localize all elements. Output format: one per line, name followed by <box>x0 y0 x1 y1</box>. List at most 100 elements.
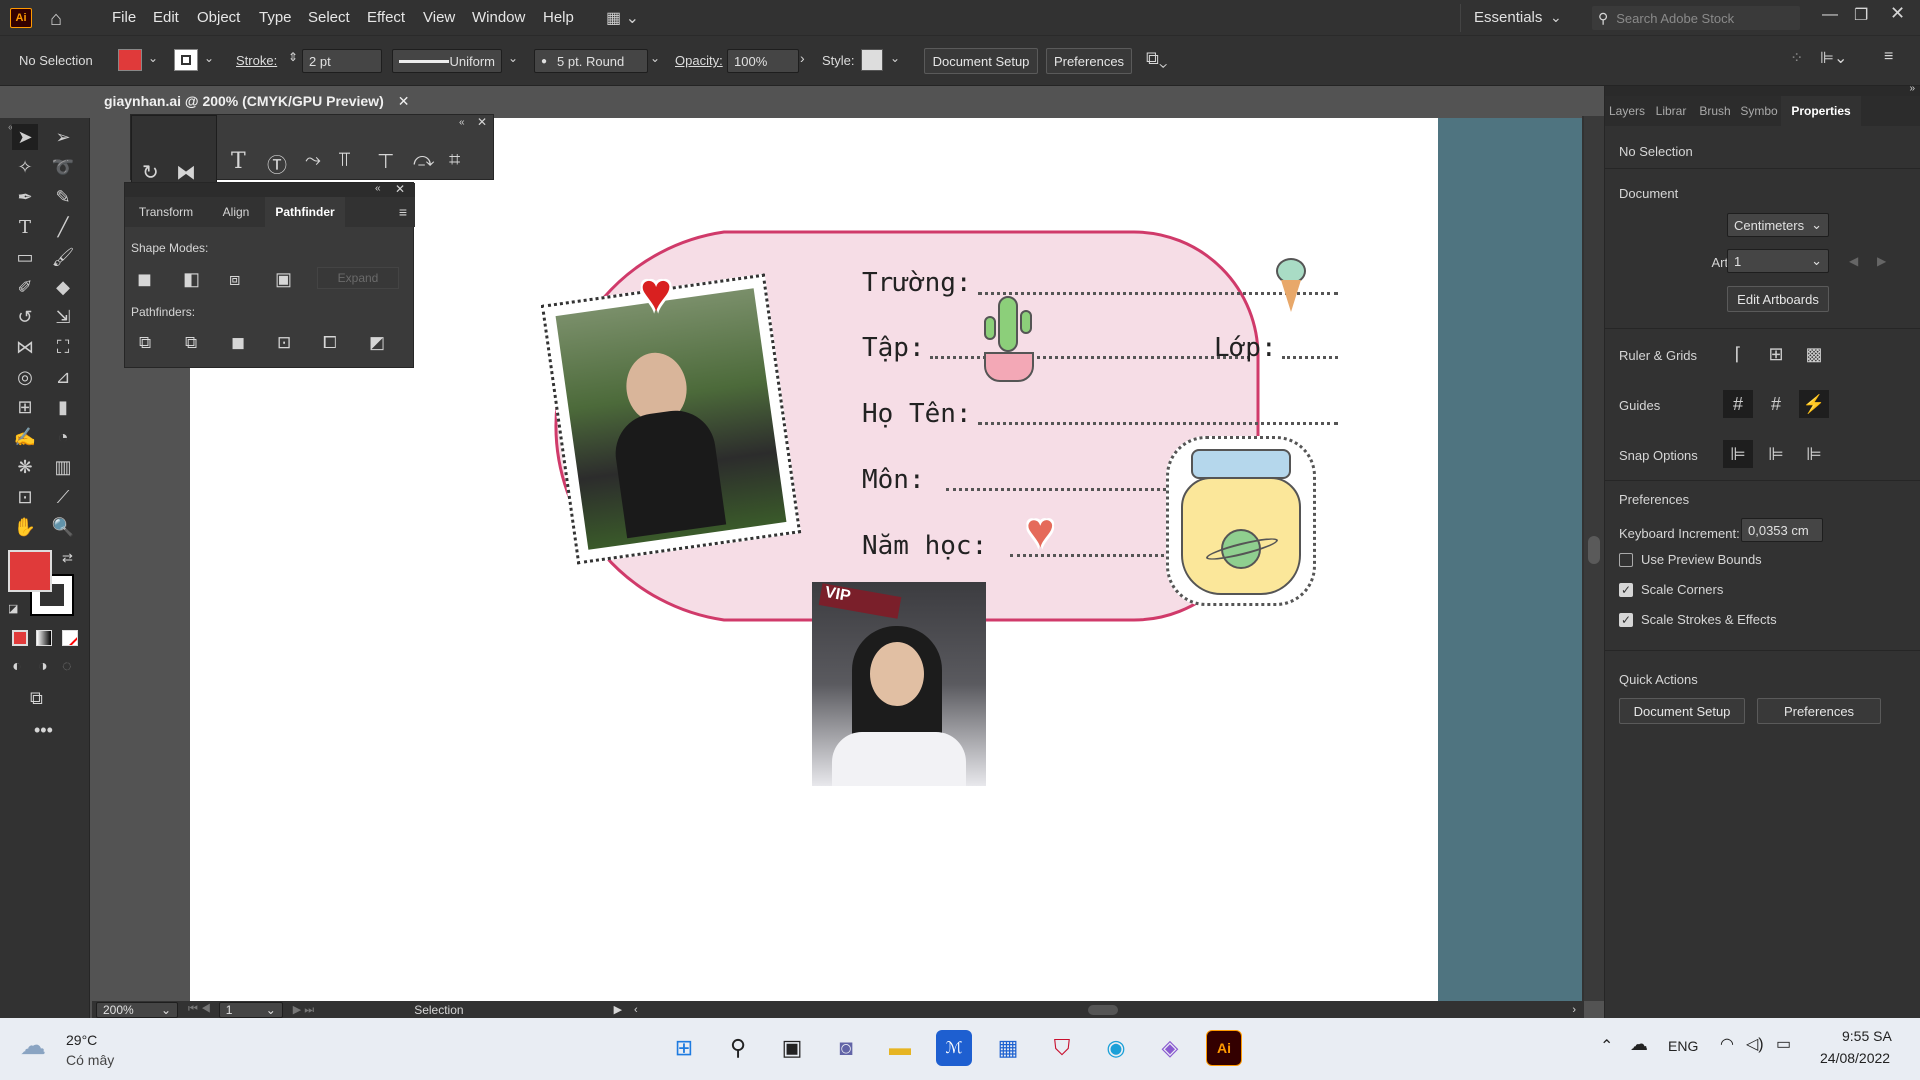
task-view-icon[interactable]: ▣ <box>774 1030 810 1066</box>
fill-swatch[interactable] <box>118 49 142 71</box>
eraser-tool-icon[interactable]: ◆ <box>50 274 76 300</box>
stepper-icon[interactable]: ⇕ <box>288 50 298 64</box>
align-icon[interactable]: ⊫⌄ <box>1820 48 1847 68</box>
close-tab-icon[interactable]: ✕ <box>398 93 410 110</box>
file-explorer-icon[interactable]: ▬ <box>882 1030 918 1066</box>
weather-cloud-icon[interactable]: ☁ <box>20 1030 46 1061</box>
tab-libraries[interactable]: Librar <box>1649 96 1693 126</box>
prev-artboard-icon[interactable]: ◀ <box>1849 254 1858 268</box>
wifi-icon[interactable]: ◠ <box>1720 1034 1734 1054</box>
intersect-icon[interactable]: ⧈ <box>229 269 240 290</box>
artboard-tool-icon[interactable]: ⊡ <box>12 484 38 510</box>
close-icon[interactable]: ✕ <box>477 115 487 129</box>
eyedropper-tool-icon[interactable]: ✍ <box>12 424 38 450</box>
gradient-tool-icon[interactable]: ▮ <box>50 394 76 420</box>
portrait-photo[interactable]: VIP <box>812 582 986 786</box>
mesh-tool-icon[interactable]: ⊞ <box>12 394 38 420</box>
snap-to-point-icon[interactable]: ⊫ <box>1723 440 1753 468</box>
curvature-tool-icon[interactable]: ✎ <box>50 184 76 210</box>
vertical-area-type-icon[interactable]: ⊤ <box>377 149 394 174</box>
stroke-label[interactable]: Stroke: <box>236 53 277 68</box>
collapse-icon[interactable]: « <box>375 183 381 194</box>
chevron-down-icon[interactable]: ⌄ <box>650 51 660 65</box>
close-icon[interactable]: ✕ <box>395 182 405 196</box>
smart-guides-icon[interactable]: ⚡ <box>1799 390 1829 418</box>
units-select[interactable]: Centimeters ⌄ <box>1727 213 1829 237</box>
pen-tool-icon[interactable]: ✒ <box>12 184 38 210</box>
touch-type-icon[interactable]: ⌗ <box>449 149 460 172</box>
more-tools-icon[interactable]: ••• <box>34 720 53 741</box>
blend-tool-icon[interactable]: ◔ <box>50 424 76 450</box>
start-icon[interactable]: ⊞ <box>666 1030 702 1066</box>
unite-icon[interactable]: ◼ <box>137 269 152 290</box>
column-graph-tool-icon[interactable]: ▥ <box>50 454 76 480</box>
free-transform-tool-icon[interactable]: ⛶ <box>50 334 76 360</box>
variable-width-profile[interactable]: Uniform <box>392 49 502 73</box>
mcafee-icon[interactable]: ⛉ <box>1044 1030 1080 1066</box>
scroll-thumb[interactable] <box>1588 536 1600 564</box>
swap-colors-icon[interactable]: ⇄ <box>62 550 73 566</box>
language-indicator[interactable]: ENG <box>1668 1038 1698 1054</box>
tab-properties[interactable]: Properties <box>1781 96 1861 126</box>
outline-icon[interactable]: ⧠ <box>323 333 337 353</box>
home-icon[interactable]: ⌂ <box>50 8 62 31</box>
edit-artboards-button[interactable]: Edit Artboards <box>1727 286 1829 312</box>
restore-icon[interactable]: ❐ <box>1854 5 1868 25</box>
draw-normal-icon[interactable]: ◐ <box>12 658 22 676</box>
visual-studio-icon[interactable]: ◈ <box>1152 1030 1188 1066</box>
color-mode-icon[interactable] <box>12 630 28 646</box>
tab-symbols[interactable]: Symbo <box>1737 96 1781 126</box>
paintbrush-tool-icon[interactable]: 🖌 <box>50 244 76 270</box>
width-tool-icon[interactable]: ⋈ <box>12 334 38 360</box>
shape-builder-tool-icon[interactable]: ◎ <box>12 364 38 390</box>
last-artboard-icon[interactable]: ▶ ⏭ <box>293 1003 314 1017</box>
opacity-field[interactable]: 100% <box>727 49 799 73</box>
perspective-grid-tool-icon[interactable]: ⊿ <box>50 364 76 390</box>
area-type-icon[interactable]: Ⓣ <box>267 149 287 178</box>
workspace-switcher[interactable]: Essentials <box>1474 9 1542 26</box>
menu-effect[interactable]: Effect <box>367 9 405 26</box>
tab-pathfinder[interactable]: Pathfinder <box>265 197 345 227</box>
minus-front-icon[interactable]: ◧ <box>183 269 200 290</box>
preferences-button[interactable]: Preferences <box>1046 48 1132 74</box>
transparency-grid-icon[interactable]: ▩ <box>1799 340 1829 368</box>
next-artboard-icon[interactable]: ▶ <box>1877 254 1886 268</box>
brush-definition[interactable]: ● 5 pt. Round <box>534 49 648 73</box>
rectangle-tool-icon[interactable]: ▭ <box>12 244 38 270</box>
horizontal-scroll-thumb[interactable] <box>1087 1004 1118 1015</box>
chevron-down-icon[interactable]: ⌄ <box>890 51 900 65</box>
minus-back-icon[interactable]: ◩ <box>369 333 385 353</box>
hand-tool-icon[interactable]: ✋ <box>12 514 38 540</box>
menu-file[interactable]: File <box>112 9 136 26</box>
store-icon[interactable]: ▦ <box>990 1030 1026 1066</box>
draw-inside-icon[interactable]: ◌ <box>62 658 72 676</box>
menu-type[interactable]: Type <box>259 9 292 26</box>
edge-icon[interactable]: ◉ <box>1098 1030 1134 1066</box>
stock-search-input[interactable]: ⚲ Search Adobe Stock <box>1592 6 1800 30</box>
menu-window[interactable]: Window <box>472 9 525 26</box>
tab-layers[interactable]: Layers <box>1605 96 1649 126</box>
opacity-label[interactable]: Opacity: <box>675 53 723 68</box>
menu-help[interactable]: Help <box>543 9 574 26</box>
show-guides-icon[interactable]: # <box>1723 390 1753 418</box>
battery-icon[interactable]: ▭ <box>1776 1034 1791 1054</box>
zoom-select[interactable]: 200% ⌄ <box>96 1001 178 1018</box>
quick-document-setup-button[interactable]: Document Setup <box>1619 698 1745 724</box>
menu-edit[interactable]: Edit <box>153 9 179 26</box>
draw-behind-icon[interactable]: ◑ <box>38 658 48 676</box>
arrange-documents-icon[interactable]: ▦ ⌄ <box>606 8 639 28</box>
minimize-icon[interactable]: — <box>1822 6 1838 24</box>
first-artboard-icon[interactable]: ⏮ ◀ <box>188 1003 211 1016</box>
artboard-select[interactable]: 1 ⌄ <box>1727 249 1829 273</box>
gradient-mode-icon[interactable] <box>36 630 52 646</box>
scroll-left-icon[interactable]: ‹ <box>634 1004 638 1016</box>
use-preview-bounds-checkbox[interactable]: Use Preview Bounds <box>1619 552 1762 567</box>
fill-color-swatch-front[interactable] <box>8 550 52 592</box>
shaper-tool-icon[interactable]: ✐ <box>12 274 38 300</box>
zoom-tool-icon[interactable]: 🔍 <box>50 514 76 540</box>
line-tool-icon[interactable]: ╱ <box>50 214 76 240</box>
artboard-navigator[interactable]: 1 ⌄ <box>218 1001 283 1018</box>
expand-button[interactable]: Expand <box>317 267 399 289</box>
chat-icon[interactable]: ◙ <box>828 1030 864 1066</box>
document-setup-button[interactable]: Document Setup <box>924 48 1038 74</box>
